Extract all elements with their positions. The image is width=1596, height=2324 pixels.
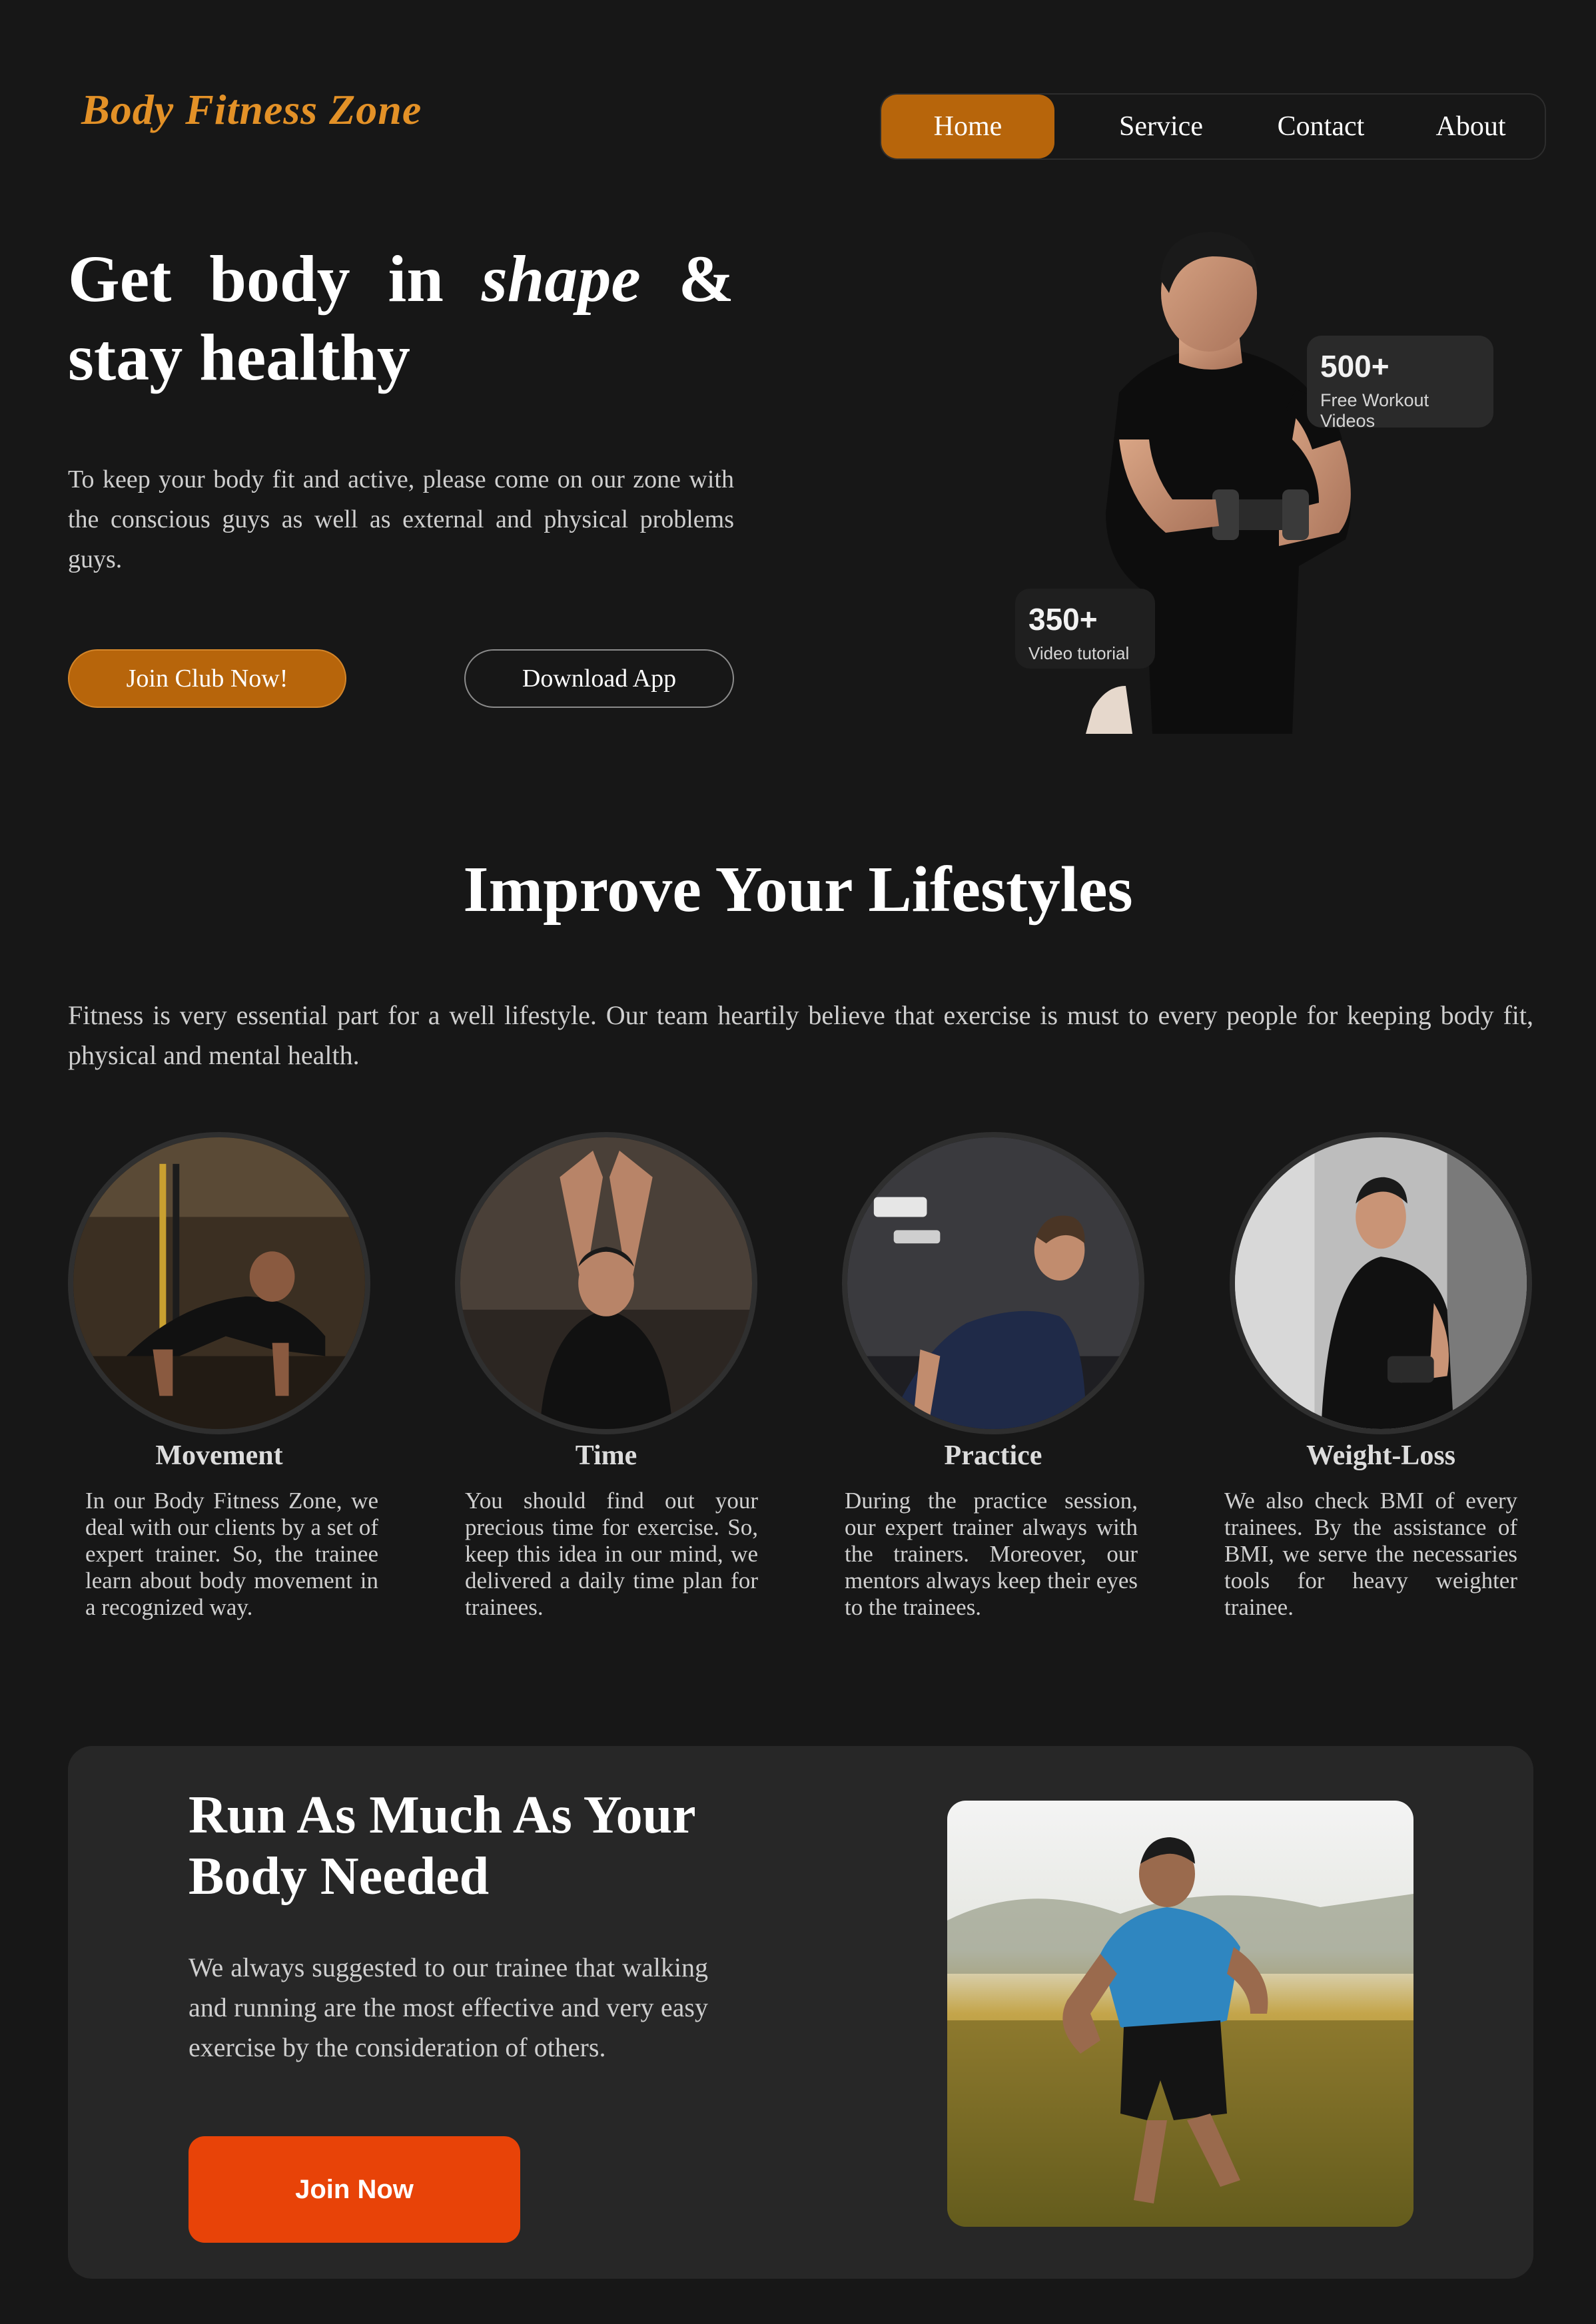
nav-about[interactable]: About [1414, 95, 1527, 158]
hero-title: Get body in shape & stay healthy [68, 240, 734, 397]
card-text-practice: During the practice session, our expert … [845, 1488, 1138, 1620]
runner-photo [947, 1801, 1413, 2227]
card-text-movement: In our Body Fitness Zone, we deal with o… [85, 1488, 378, 1620]
run-title: Run As Much As Your Body Needed [189, 1786, 695, 1906]
nav-service[interactable]: Service [1101, 95, 1221, 158]
card-title-weight-loss: Weight-Loss [1306, 1440, 1456, 1471]
card-title-movement: Movement [155, 1440, 283, 1471]
join-club-button[interactable]: Join Club Now! [68, 649, 346, 708]
nav-home[interactable]: Home [881, 95, 1054, 158]
hero-description: To keep your body fit and active, please… [68, 465, 734, 573]
hero-title-word: Get [68, 242, 172, 316]
hero-title-word: in [388, 242, 444, 316]
brand-logo[interactable]: Body Fitness Zone [81, 85, 422, 135]
weight-loss-photo [1230, 1132, 1532, 1434]
movement-photo [68, 1132, 370, 1434]
lifestyle-description: Fitness is very essential part for a wel… [68, 1000, 1533, 1070]
download-app-button[interactable]: Download App [464, 649, 734, 708]
stat-label: Free Workout Videos [1320, 390, 1429, 431]
time-photo [455, 1132, 757, 1434]
main-nav: Home Service Contact About [880, 93, 1546, 160]
hero-title-word: body [209, 242, 350, 316]
run-description: We always suggested to our trainee that … [189, 1952, 708, 2062]
stat-value: 350+ [1028, 602, 1098, 637]
hero-title-word-emphasis: shape [481, 242, 641, 316]
hero-title-word: & [678, 242, 734, 316]
stat-video-tutorial: 350+ Video tutorial [1015, 589, 1155, 669]
card-text-time: You should find out your precious time f… [465, 1488, 758, 1620]
card-title-time: Time [575, 1440, 637, 1471]
stat-label: Video tutorial [1028, 643, 1130, 663]
hero-title-line2: stay healthy [68, 320, 410, 394]
lifestyle-title: Improve Your Lifestyles [463, 854, 1133, 926]
card-text-weight-loss: We also check BMI of every trainees. By … [1224, 1488, 1517, 1620]
stat-value: 500+ [1320, 349, 1390, 384]
practice-photo [842, 1132, 1144, 1434]
stat-workout-videos: 500+ Free Workout Videos [1307, 336, 1493, 431]
nav-contact[interactable]: Contact [1261, 95, 1381, 158]
join-now-button[interactable]: Join Now [189, 2136, 520, 2243]
card-title-practice: Practice [944, 1440, 1042, 1471]
